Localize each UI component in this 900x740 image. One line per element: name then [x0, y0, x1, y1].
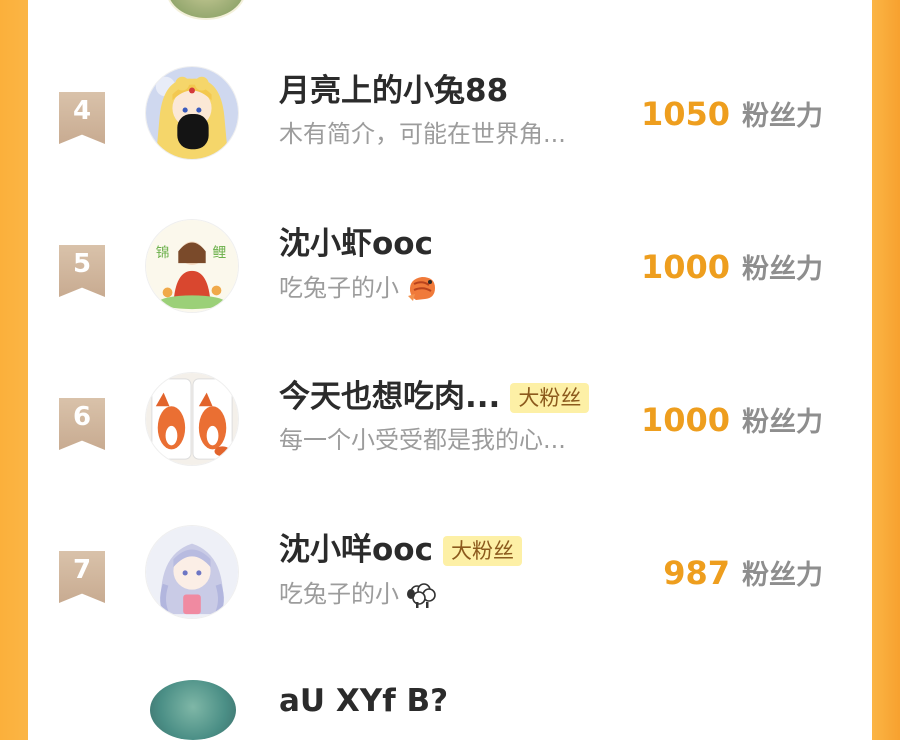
list-item[interactable]: 5 锦 鲤 沈小虾ooc 吃兔子的小 1000 粉丝力 [0, 197, 900, 327]
score-unit: 粉丝力 [742, 407, 823, 438]
name-line: 月亮上的小兔88 [279, 73, 508, 110]
rank-number: 6 [72, 402, 92, 432]
svg-text:锦: 锦 [156, 245, 170, 261]
list-item[interactable]: 4 月亮上的小兔88 木有简介，可能在世界角... 1050 粉丝力 [0, 44, 900, 174]
user-name[interactable]: 今天也想吃肉... [279, 379, 500, 416]
bio-text: 吃兔子的小 [279, 273, 399, 302]
user-bio: 吃兔子的小 [279, 579, 439, 609]
big-fan-badge: 大粉丝 [510, 382, 590, 413]
user-name[interactable]: 沈小虾ooc [279, 226, 433, 263]
user-bio: 吃兔子的小 [279, 273, 439, 303]
avatar[interactable] [145, 525, 239, 619]
score-value: 1050 [640, 95, 730, 133]
shrimp-icon [405, 273, 439, 303]
user-bio: 木有简介，可能在世界角... [279, 120, 566, 149]
score-unit: 粉丝力 [742, 560, 823, 591]
name-line: 沈小咩ooc 大粉丝 [279, 532, 522, 569]
user-name[interactable]: 沈小咩ooc [279, 532, 433, 569]
rank-ribbon-icon: 7 [59, 551, 105, 603]
rank-ribbon-icon: 6 [59, 398, 105, 450]
score-value: 1000 [640, 401, 730, 439]
fan-power-score: 1000 粉丝力 [641, 247, 823, 286]
rank-number: 4 [72, 96, 92, 126]
name-line: 今天也想吃肉... 大粉丝 [279, 379, 590, 416]
big-fan-badge: 大粉丝 [442, 535, 522, 566]
list-item[interactable]: 6 今天也想吃肉... 大粉丝 每一个小受受都是我的心... 1000 粉丝力 [0, 350, 900, 480]
bio-text: 木有简介，可能在世界角... [279, 120, 566, 148]
rank-ribbon-icon: 4 [59, 92, 105, 144]
name-line: 沈小虾ooc [279, 226, 433, 263]
svg-text:鲤: 鲤 [213, 245, 227, 261]
user-bio: 每一个小受受都是我的心... [279, 426, 566, 455]
avatar[interactable] [145, 66, 239, 160]
score-value: 1000 [640, 248, 730, 286]
sheep-icon [405, 579, 439, 609]
score-unit: 粉丝力 [742, 254, 823, 285]
list-item[interactable]: 7 沈小咩ooc 大粉丝 吃兔子的小 987 粉丝力 [0, 503, 900, 633]
bio-text: 吃兔子的小 [279, 579, 399, 608]
avatar[interactable] [145, 372, 239, 466]
score-unit: 粉丝力 [742, 101, 823, 132]
fan-power-score: 1000 粉丝力 [641, 400, 823, 439]
fan-power-score: 987 粉丝力 [663, 553, 823, 592]
avatar-next-partial[interactable] [150, 680, 236, 740]
fan-power-score: 1050 粉丝力 [641, 94, 823, 133]
user-name[interactable]: 月亮上的小兔88 [279, 73, 508, 110]
score-value: 987 [663, 554, 730, 592]
rank-number: 5 [72, 249, 92, 279]
rank-number: 7 [72, 555, 92, 585]
rank-ribbon-icon: 5 [59, 245, 105, 297]
avatar[interactable]: 锦 鲤 [145, 219, 239, 313]
bio-text: 每一个小受受都是我的心... [279, 426, 566, 454]
